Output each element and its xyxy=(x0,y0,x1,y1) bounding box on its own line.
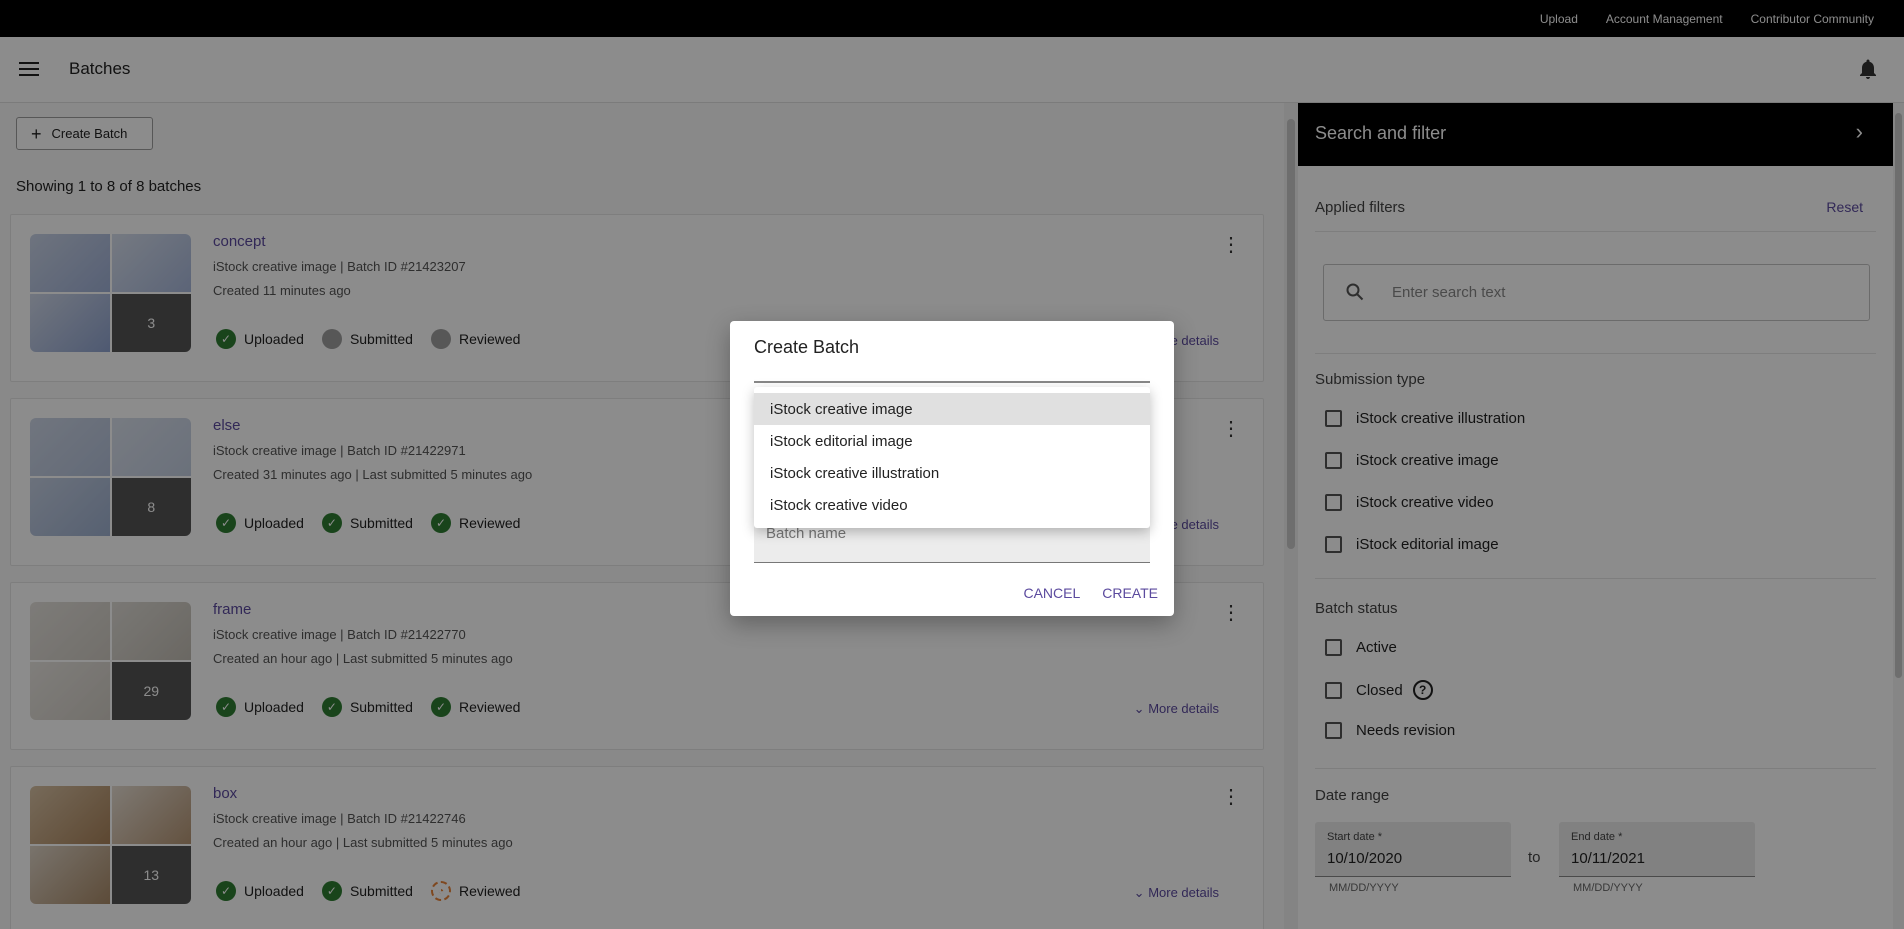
option-creative-video[interactable]: iStock creative video xyxy=(754,489,1150,521)
option-editorial-image[interactable]: iStock editorial image xyxy=(754,425,1150,457)
option-creative-image[interactable]: iStock creative image xyxy=(754,393,1150,425)
create-button[interactable]: CREATE xyxy=(1102,585,1158,601)
dialog-title: Create Batch xyxy=(754,337,860,357)
submission-type-dropdown: iStock creative image iStock editorial i… xyxy=(754,387,1150,528)
dialog-actions: CANCEL CREATE xyxy=(1023,585,1158,601)
submission-type-select[interactable] xyxy=(754,381,1150,383)
cancel-button[interactable]: CANCEL xyxy=(1023,585,1080,601)
create-batch-dialog: Create Batch Batch name iStock creative … xyxy=(730,321,1174,616)
option-creative-illustration[interactable]: iStock creative illustration xyxy=(754,457,1150,489)
